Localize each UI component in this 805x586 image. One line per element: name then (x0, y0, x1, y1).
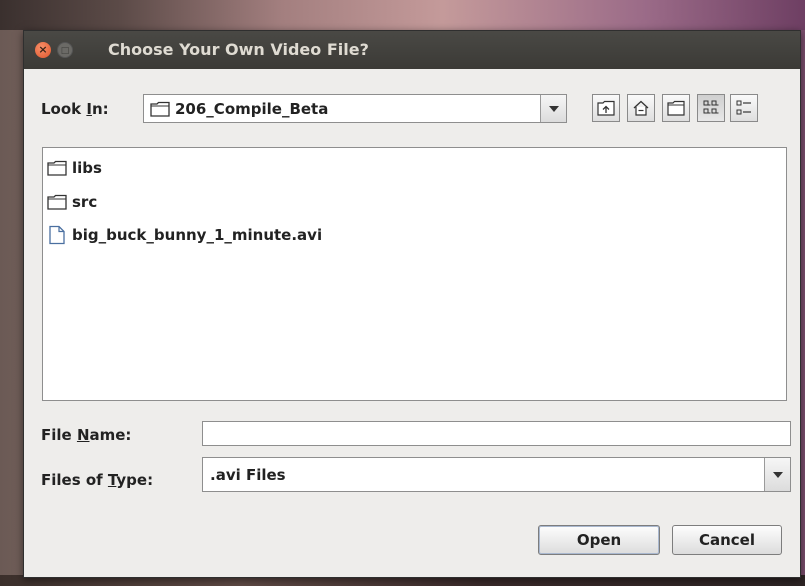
home-button[interactable] (627, 94, 655, 122)
new-folder-icon (667, 100, 685, 116)
create-new-folder-button[interactable] (662, 94, 690, 122)
look-in-label: Look In: (41, 100, 109, 118)
list-view-icon (703, 100, 719, 114)
up-folder-icon (597, 100, 615, 116)
file-name-label: File Name: (41, 426, 132, 444)
folder-icon (47, 194, 67, 210)
desktop-background-top (0, 0, 805, 30)
list-item[interactable]: big_buck_bunny_1_minute.avi (47, 221, 322, 249)
close-window-button[interactable]: × (35, 42, 51, 58)
file-name-text: big_buck_bunny_1_minute.avi (72, 226, 323, 244)
folder-icon (150, 101, 170, 117)
file-list[interactable]: libs src big_buck_bunny_1_minute.avi (42, 147, 787, 401)
open-button[interactable]: Open (538, 525, 660, 555)
files-of-type-dropdown-arrow[interactable] (764, 458, 790, 491)
list-view-button[interactable] (697, 94, 725, 122)
minimize-window-button[interactable]: □ (57, 42, 73, 58)
look-in-dropdown-arrow[interactable] (540, 95, 566, 122)
look-in-value: 206_Compile_Beta (175, 99, 329, 118)
close-icon: × (38, 43, 48, 56)
window-title: Choose Your Own Video File? (108, 40, 369, 59)
up-one-level-button[interactable] (592, 94, 620, 122)
files-of-type-value: .avi Files (210, 465, 286, 484)
list-item[interactable]: src (47, 188, 97, 216)
details-view-button[interactable] (730, 94, 758, 122)
file-name-text: src (72, 193, 98, 211)
home-icon (633, 100, 649, 116)
file-name-input[interactable] (202, 421, 791, 446)
file-name-text: libs (72, 159, 102, 177)
look-in-combobox[interactable]: 206_Compile_Beta (143, 94, 567, 123)
list-item[interactable]: libs (47, 154, 102, 182)
files-of-type-combobox[interactable]: .avi Files (202, 457, 791, 492)
details-view-icon (736, 100, 751, 115)
file-chooser-dialog: × □ Choose Your Own Video File? Look In:… (23, 30, 801, 578)
cancel-button[interactable]: Cancel (672, 525, 782, 555)
folder-icon (47, 160, 67, 176)
files-of-type-label: Files of Type: (41, 471, 154, 489)
file-icon (49, 225, 65, 245)
title-bar[interactable]: × □ Choose Your Own Video File? (24, 31, 800, 69)
minimize-icon: □ (60, 46, 70, 56)
